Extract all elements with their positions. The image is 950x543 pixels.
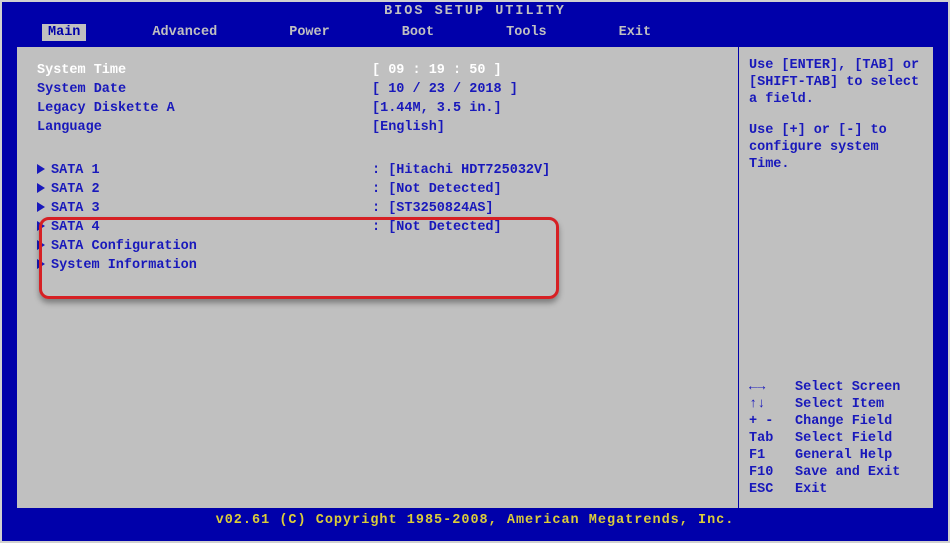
footer-copyright: v02.61 (C) Copyright 1985-2008, American…	[2, 513, 948, 531]
key-f1: F1	[749, 447, 795, 464]
caret-icon	[37, 259, 45, 269]
key-lr: ←→	[749, 379, 795, 396]
help-key-f1: F1General Help	[749, 447, 923, 464]
caret-icon	[37, 221, 45, 231]
value-sata-1: : [Hitachi HDT725032V]	[372, 163, 718, 178]
help-hint-2: Use [+] or [-] to configure system Time.	[749, 122, 923, 173]
label-legacy-diskette-a: Legacy Diskette A	[37, 101, 372, 116]
key-pm: + -	[749, 413, 795, 430]
help-key-ud: ↑↓Select Item	[749, 396, 923, 413]
caret-icon	[37, 164, 45, 174]
field-system-date[interactable]: System Date [ 10 / 23 / 2018 ]	[37, 80, 718, 99]
label-sata-2: SATA 2	[37, 182, 372, 197]
main-pane: System Time [ 09 : 19 : 50 ] System Date…	[17, 47, 739, 508]
key-f10: F10	[749, 464, 795, 481]
text-sata-2: SATA 2	[51, 182, 100, 197]
help-key-pm: + -Change Field	[749, 413, 923, 430]
bios-screen: BIOS SETUP UTILITY Main Advanced Power B…	[0, 0, 950, 543]
submenu-system-information[interactable]: System Information	[37, 256, 718, 275]
field-language[interactable]: Language [English]	[37, 118, 718, 137]
menu-advanced[interactable]: Advanced	[146, 24, 223, 41]
help-hint-1: Use [ENTER], [TAB] or [SHIFT-TAB] to sel…	[749, 57, 923, 108]
desc-tab: Select Field	[795, 430, 892, 447]
text-sata-1: SATA 1	[51, 163, 100, 178]
label-system-info: System Information	[37, 258, 372, 273]
menu-tools[interactable]: Tools	[500, 24, 553, 41]
value-sata-4: : [Not Detected]	[372, 220, 718, 235]
key-tab: Tab	[749, 430, 795, 447]
caret-icon	[37, 183, 45, 193]
caret-icon	[37, 202, 45, 212]
help-text: Use [ENTER], [TAB] or [SHIFT-TAB] to sel…	[749, 57, 923, 173]
label-system-time: System Time	[37, 63, 372, 78]
help-key-lr: ←→Select Screen	[749, 379, 923, 396]
text-system-info: System Information	[51, 258, 197, 273]
menu-main[interactable]: Main	[42, 24, 86, 41]
value-system-date: [ 10 / 23 / 2018 ]	[372, 82, 718, 97]
field-legacy-diskette-a[interactable]: Legacy Diskette A [1.44M, 3.5 in.]	[37, 99, 718, 118]
label-sata-3: SATA 3	[37, 201, 372, 216]
label-sata-config: SATA Configuration	[37, 239, 372, 254]
menu-boot[interactable]: Boot	[396, 24, 440, 41]
field-system-time[interactable]: System Time [ 09 : 19 : 50 ]	[37, 61, 718, 80]
spacer	[37, 137, 718, 161]
menu-exit[interactable]: Exit	[613, 24, 657, 41]
submenu-sata-configuration[interactable]: SATA Configuration	[37, 237, 718, 256]
text-sata-config: SATA Configuration	[51, 239, 197, 254]
help-key-esc: ESCExit	[749, 481, 923, 498]
menu-bar: Main Advanced Power Boot Tools Exit	[2, 22, 948, 42]
value-sata-3: : [ST3250824AS]	[372, 201, 718, 216]
desc-lr: Select Screen	[795, 379, 900, 396]
label-language: Language	[37, 120, 372, 135]
body-area: System Time [ 09 : 19 : 50 ] System Date…	[16, 46, 934, 509]
label-sata-1: SATA 1	[37, 163, 372, 178]
text-sata-3: SATA 3	[51, 201, 100, 216]
text-sata-4: SATA 4	[51, 220, 100, 235]
label-system-date: System Date	[37, 82, 372, 97]
value-system-time: [ 09 : 19 : 50 ]	[372, 63, 718, 78]
desc-pm: Change Field	[795, 413, 892, 430]
desc-f1: General Help	[795, 447, 892, 464]
submenu-sata-3[interactable]: SATA 3 : [ST3250824AS]	[37, 199, 718, 218]
desc-f10: Save and Exit	[795, 464, 900, 481]
help-key-tab: TabSelect Field	[749, 430, 923, 447]
value-language: [English]	[372, 120, 718, 135]
submenu-sata-4[interactable]: SATA 4 : [Not Detected]	[37, 218, 718, 237]
key-esc: ESC	[749, 481, 795, 498]
menu-power[interactable]: Power	[283, 24, 336, 41]
help-key-f10: F10Save and Exit	[749, 464, 923, 481]
help-keys: ←→Select Screen ↑↓Select Item + -Change …	[749, 379, 923, 498]
desc-esc: Exit	[795, 481, 827, 498]
value-sata-2: : [Not Detected]	[372, 182, 718, 197]
help-gap	[749, 108, 923, 122]
key-ud: ↑↓	[749, 396, 795, 413]
desc-ud: Select Item	[795, 396, 884, 413]
title-bar: BIOS SETUP UTILITY	[2, 2, 948, 22]
submenu-sata-2[interactable]: SATA 2 : [Not Detected]	[37, 180, 718, 199]
caret-icon	[37, 240, 45, 250]
value-legacy-diskette-a: [1.44M, 3.5 in.]	[372, 101, 718, 116]
label-sata-4: SATA 4	[37, 220, 372, 235]
help-pane: Use [ENTER], [TAB] or [SHIFT-TAB] to sel…	[739, 47, 933, 508]
submenu-sata-1[interactable]: SATA 1 : [Hitachi HDT725032V]	[37, 161, 718, 180]
